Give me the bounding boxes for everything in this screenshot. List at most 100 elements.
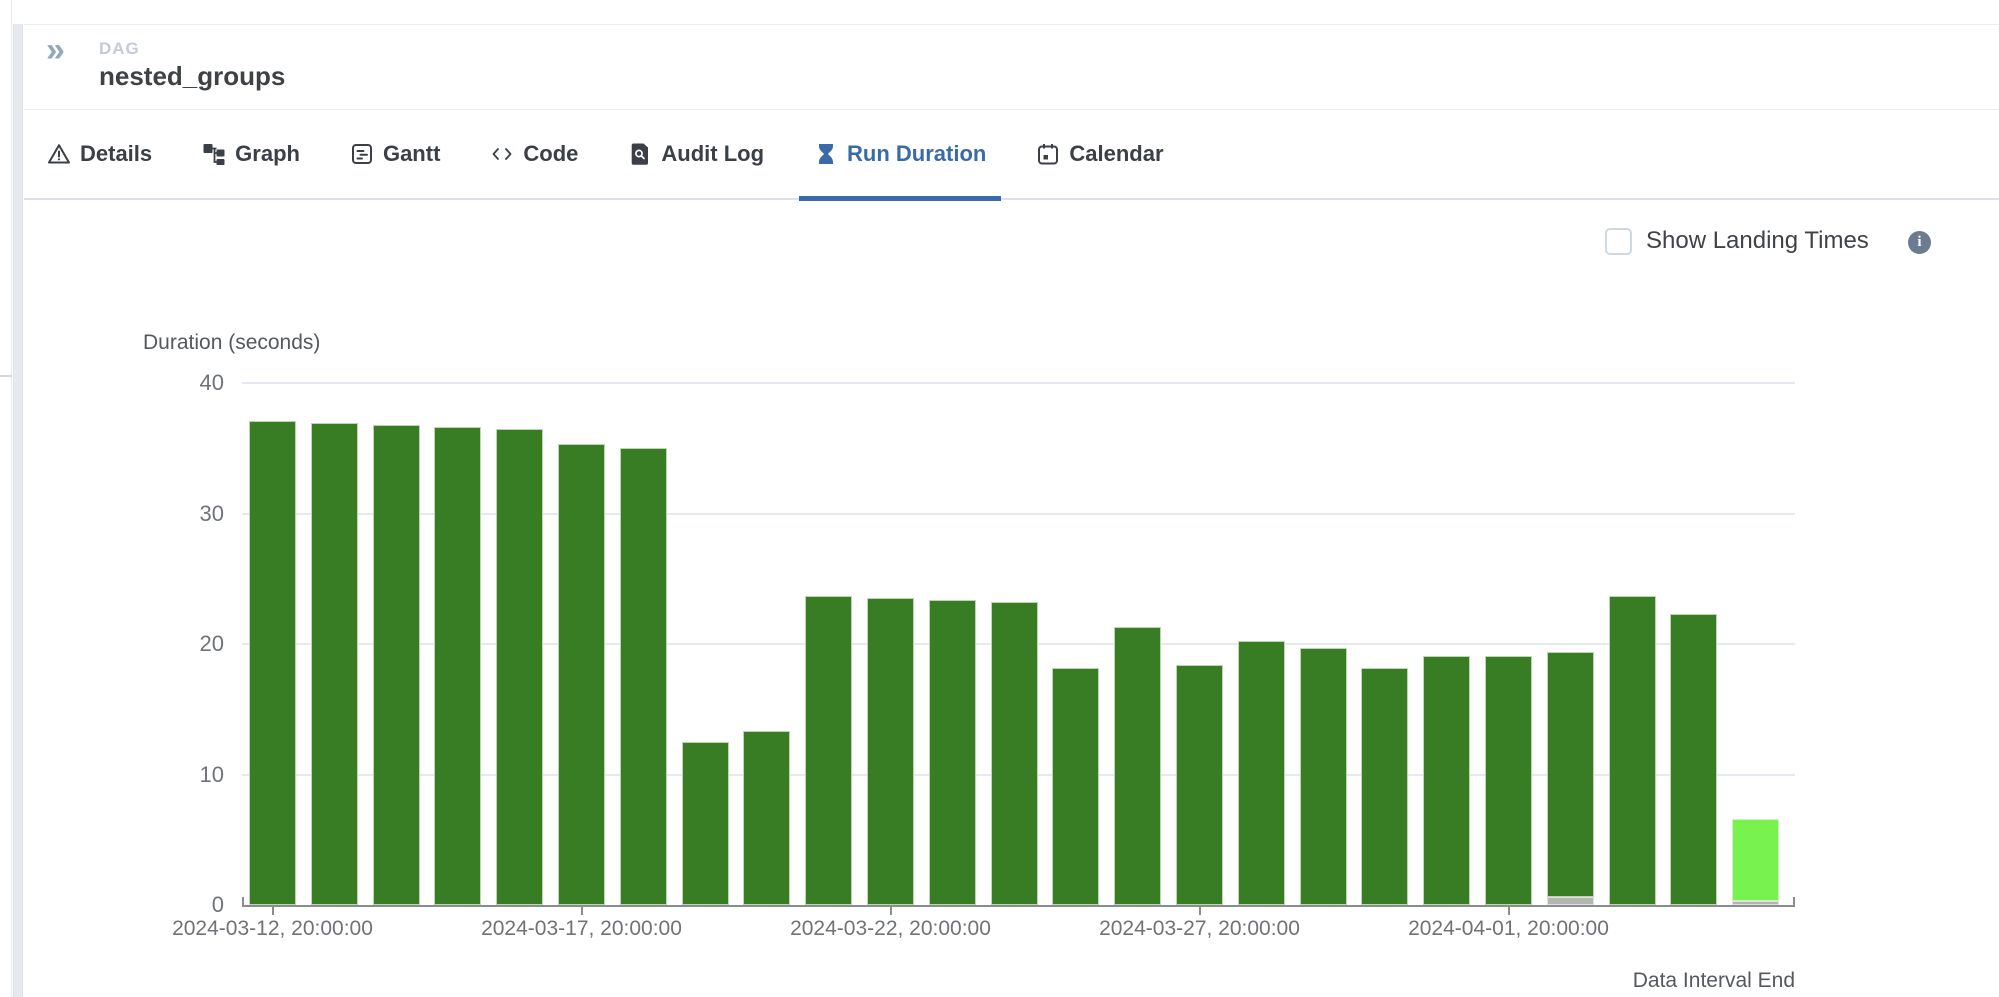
run-duration-bar[interactable] (991, 602, 1038, 905)
show-landing-times-label: Show Landing Times (1646, 227, 1869, 255)
bar-success-segment (496, 429, 543, 905)
bar-queued-segment (1732, 901, 1779, 905)
y-tick-label: 0 (164, 892, 224, 918)
x-axis-title: Data Interval End (1633, 969, 1795, 993)
bar-success-segment (1052, 668, 1099, 906)
x-tick-mark (890, 907, 892, 915)
bar-success-segment (1423, 656, 1470, 905)
run-duration-chart: Duration (seconds) Data Interval End 403… (242, 383, 1795, 907)
tab-label: Graph (235, 141, 300, 167)
bar-success-segment (991, 602, 1038, 905)
bar-success-segment (1176, 665, 1223, 905)
run-duration-bar[interactable] (1361, 668, 1408, 906)
tab-calendar[interactable]: Calendar (1021, 109, 1178, 199)
tab-label: Gantt (383, 141, 440, 167)
tab-label: Calendar (1069, 141, 1163, 167)
bar-success-segment (743, 731, 790, 905)
x-axis-line (242, 905, 1795, 907)
dag-title: nested_groups (99, 61, 285, 92)
run-duration-bar[interactable] (867, 598, 914, 905)
gridline-y-40 (242, 382, 1795, 384)
bar-success-segment (682, 742, 729, 905)
run-duration-bar[interactable] (805, 596, 852, 905)
breadcrumb-section-label: DAG (99, 39, 140, 59)
tab-graph[interactable]: Graph (187, 109, 315, 199)
x-tick-mark (272, 907, 274, 915)
x-tick-mark (1508, 907, 1510, 915)
run-duration-bar[interactable] (1114, 627, 1161, 905)
run-duration-bar[interactable] (311, 423, 358, 905)
run-duration-bar[interactable] (1423, 656, 1470, 905)
bar-success-segment (1485, 656, 1532, 905)
run-duration-bar[interactable] (1485, 656, 1532, 905)
tab-label: Run Duration (847, 141, 986, 167)
run-duration-bar[interactable] (1732, 819, 1779, 905)
x-tick-label: 2024-04-01, 20:00:00 (1349, 917, 1669, 941)
info-icon[interactable]: i (1908, 231, 1931, 254)
tab-label: Details (80, 141, 152, 167)
bar-success-segment (1547, 652, 1594, 897)
run-duration-bar[interactable] (620, 448, 667, 905)
run-duration-bar[interactable] (1238, 641, 1285, 905)
run-duration-bar[interactable] (1670, 614, 1717, 905)
audit-log-icon (628, 142, 652, 166)
gantt-icon (350, 142, 374, 166)
run-duration-bar[interactable] (496, 429, 543, 905)
tab-run-duration[interactable]: Run Duration (799, 109, 1001, 199)
tab-code[interactable]: Code (475, 109, 593, 199)
run-duration-bar[interactable] (682, 742, 729, 905)
tab-label: Audit Log (661, 141, 764, 167)
tab-bar: Details Graph Gantt Code Audit Log Run Durati… (24, 110, 1999, 200)
run-duration-bar[interactable] (373, 425, 420, 905)
graph-icon (202, 142, 226, 166)
bar-success-segment (805, 596, 852, 905)
run-duration-bar[interactable] (1176, 665, 1223, 905)
bar-success-segment (1670, 614, 1717, 905)
bar-success-segment (311, 423, 358, 905)
bar-queued-segment (1547, 897, 1594, 905)
grid-panel-edge (0, 0, 12, 997)
y-tick-label: 10 (164, 762, 224, 788)
app-root: » DAG nested_groups Details Graph Gantt Cod… (0, 0, 1999, 997)
show-landing-times-checkbox[interactable] (1605, 228, 1632, 255)
axis-corner-tick-right (1793, 897, 1795, 905)
run-duration-bar[interactable] (1052, 668, 1099, 906)
collapse-panel-chevrons-icon[interactable]: » (46, 33, 65, 67)
axis-corner-tick-left (242, 897, 244, 905)
tab-details[interactable]: Details (32, 109, 167, 199)
bar-success-segment (1238, 641, 1285, 905)
y-tick-label: 20 (164, 631, 224, 657)
hourglass-icon (814, 142, 838, 166)
x-tick-label: 2024-03-27, 20:00:00 (1040, 917, 1360, 941)
code-icon (490, 142, 514, 166)
bar-success-segment (620, 448, 667, 905)
panel-resize-divider[interactable] (13, 24, 23, 997)
x-tick-label: 2024-03-12, 20:00:00 (113, 917, 433, 941)
bar-success-segment (1609, 596, 1656, 905)
dag-details-panel: » DAG nested_groups Details Graph Gantt Cod… (24, 0, 1999, 997)
run-duration-bar[interactable] (929, 600, 976, 905)
grid-panel-edge-line (0, 375, 12, 377)
x-tick-mark (581, 907, 583, 915)
run-duration-bar[interactable] (1609, 596, 1656, 905)
bar-success-segment (373, 425, 420, 905)
landing-times-row: Show Landing Times i (24, 200, 1999, 270)
bar-success-segment (929, 600, 976, 905)
y-tick-label: 40 (164, 370, 224, 396)
run-duration-bar[interactable] (743, 731, 790, 905)
x-tick-label: 2024-03-22, 20:00:00 (731, 917, 1051, 941)
run-duration-bar[interactable] (1547, 652, 1594, 905)
bar-success-segment (434, 427, 481, 905)
tab-gantt[interactable]: Gantt (335, 109, 455, 199)
tab-audit-log[interactable]: Audit Log (613, 109, 779, 199)
y-axis-title: Duration (seconds) (143, 331, 320, 355)
warning-triangle-icon (47, 142, 71, 166)
bar-success-segment (1361, 668, 1408, 906)
run-duration-bar[interactable] (434, 427, 481, 905)
run-duration-bar[interactable] (558, 444, 605, 905)
run-duration-bar[interactable] (249, 421, 296, 905)
x-tick-mark (1199, 907, 1201, 915)
run-duration-bar[interactable] (1300, 648, 1347, 905)
bar-success-segment (249, 421, 296, 905)
bar-running-segment (1732, 819, 1779, 901)
